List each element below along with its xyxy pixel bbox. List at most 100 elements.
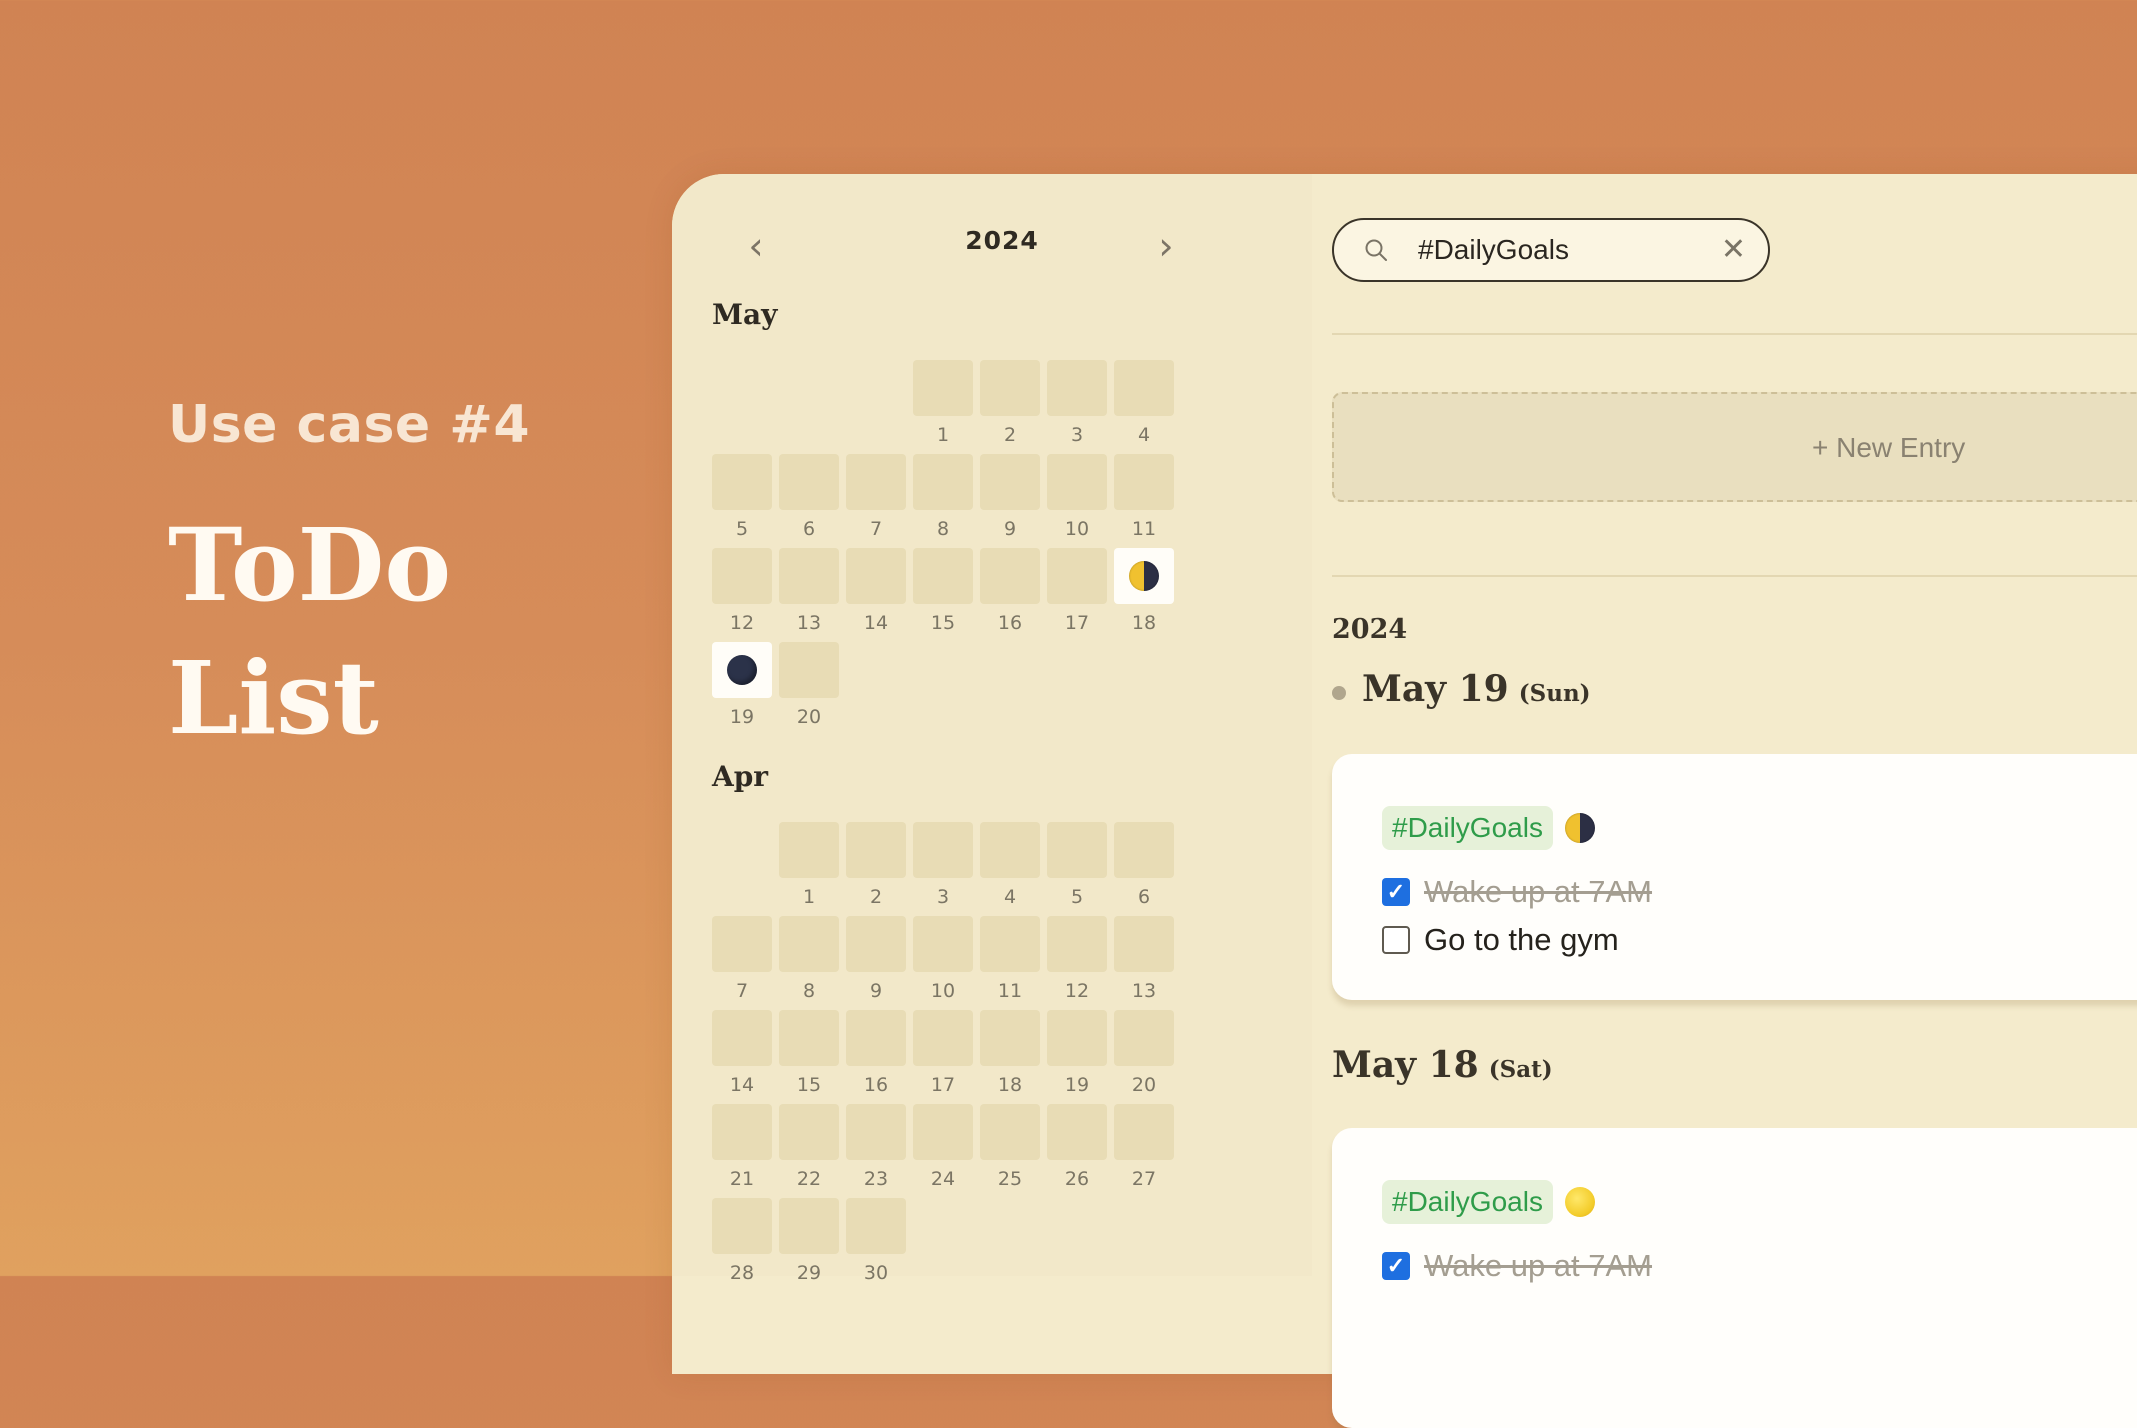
calendar-day[interactable]: 11 [980,916,1040,1002]
calendar-day-cell[interactable] [846,454,906,510]
calendar-day[interactable]: 6 [1114,822,1174,908]
calendar-day[interactable]: 16 [980,548,1040,634]
calendar-day-cell[interactable] [779,548,839,604]
calendar-day-cell[interactable] [846,1010,906,1066]
calendar-day[interactable]: 1 [913,360,973,446]
calendar-day[interactable]: 19 [712,642,772,728]
calendar-day-cell[interactable] [913,1010,973,1066]
calendar-day-cell[interactable] [1047,548,1107,604]
calendar-day-cell[interactable] [913,822,973,878]
close-icon[interactable]: ✕ [1721,234,1746,266]
calendar-day-cell[interactable] [712,642,772,698]
calendar-day-cell[interactable] [779,454,839,510]
calendar-day[interactable]: 18 [980,1010,1040,1096]
calendar-day-cell[interactable] [712,454,772,510]
calendar-day-cell[interactable] [846,916,906,972]
calendar-day-cell[interactable] [1047,822,1107,878]
search-input[interactable]: #DailyGoals [1418,234,1569,266]
tag-daily-goals[interactable]: #DailyGoals [1382,806,1553,850]
calendar-day[interactable]: 9 [846,916,906,1002]
calendar-day[interactable]: 27 [1114,1104,1174,1190]
calendar-day[interactable]: 12 [1047,916,1107,1002]
calendar-day[interactable]: 7 [846,454,906,540]
calendar-day-cell[interactable] [1114,916,1174,972]
calendar-day-cell[interactable] [913,454,973,510]
calendar-day-cell[interactable] [779,1198,839,1254]
calendar-day[interactable]: 4 [1114,360,1174,446]
calendar-day[interactable]: 3 [913,822,973,908]
calendar-day[interactable]: 20 [779,642,839,728]
calendar-day-cell[interactable] [712,1198,772,1254]
calendar-day[interactable]: 24 [913,1104,973,1190]
calendar-day-cell[interactable] [980,822,1040,878]
calendar-day-cell[interactable] [980,1104,1040,1160]
calendar-day[interactable]: 15 [913,548,973,634]
calendar-day[interactable]: 8 [913,454,973,540]
calendar-day[interactable]: 25 [980,1104,1040,1190]
calendar-day[interactable]: 29 [779,1198,839,1284]
calendar-day-cell[interactable] [1114,548,1174,604]
calendar-day-cell[interactable] [779,822,839,878]
calendar-day-cell[interactable] [712,1010,772,1066]
calendar-day-cell[interactable] [1047,1010,1107,1066]
calendar-day[interactable]: 22 [779,1104,839,1190]
calendar-day[interactable]: 9 [980,454,1040,540]
calendar-day-cell[interactable] [1114,360,1174,416]
calendar-day-cell[interactable] [913,916,973,972]
calendar-day[interactable]: 10 [1047,454,1107,540]
entry-card[interactable]: #DailyGoals ✓ Wake up at 7AM [1332,1128,2137,1428]
new-entry-button[interactable]: + New Entry [1332,392,2137,502]
calendar-day[interactable]: 26 [1047,1104,1107,1190]
calendar-day[interactable]: 5 [1047,822,1107,908]
calendar-day-cell[interactable] [913,548,973,604]
calendar-day-cell[interactable] [1114,1010,1174,1066]
calendar-day[interactable]: 11 [1114,454,1174,540]
calendar-day[interactable]: 12 [712,548,772,634]
calendar-day[interactable]: 2 [846,822,906,908]
calendar-day[interactable]: 23 [846,1104,906,1190]
calendar-day-cell[interactable] [1047,1104,1107,1160]
calendar-day-cell[interactable] [712,916,772,972]
calendar-day-cell[interactable] [846,822,906,878]
calendar-day[interactable]: 16 [846,1010,906,1096]
calendar-day[interactable]: 28 [712,1198,772,1284]
calendar-day-cell[interactable] [1114,454,1174,510]
calendar-day[interactable]: 19 [1047,1010,1107,1096]
calendar-day-cell[interactable] [779,642,839,698]
calendar-day[interactable]: 6 [779,454,839,540]
calendar-day[interactable]: 2 [980,360,1040,446]
calendar-day-cell[interactable] [846,1104,906,1160]
calendar-day-cell[interactable] [1047,454,1107,510]
calendar-day-cell[interactable] [712,548,772,604]
calendar-day-cell[interactable] [712,1104,772,1160]
calendar-day[interactable]: 4 [980,822,1040,908]
calendar-day[interactable]: 20 [1114,1010,1174,1096]
chevron-left-icon[interactable]: ‹ [736,222,776,270]
calendar-day[interactable]: 10 [913,916,973,1002]
calendar-day[interactable]: 13 [1114,916,1174,1002]
calendar-day-cell[interactable] [980,1010,1040,1066]
calendar-day[interactable]: 17 [913,1010,973,1096]
calendar-day-cell[interactable] [846,548,906,604]
calendar-day-cell[interactable] [779,916,839,972]
calendar-day[interactable]: 18 [1114,548,1174,634]
calendar-day-cell[interactable] [913,1104,973,1160]
task-checkbox-checked[interactable]: ✓ [1382,878,1410,906]
calendar-day[interactable]: 5 [712,454,772,540]
calendar-day[interactable]: 7 [712,916,772,1002]
entry-card[interactable]: #DailyGoals ✓ Wake up at 7AM Go to the g… [1332,754,2137,1000]
calendar-day-cell[interactable] [980,454,1040,510]
calendar-day[interactable]: 3 [1047,360,1107,446]
calendar-day[interactable]: 15 [779,1010,839,1096]
calendar-day[interactable]: 17 [1047,548,1107,634]
calendar-day-cell[interactable] [980,916,1040,972]
calendar-day[interactable]: 8 [779,916,839,1002]
calendar-day-cell[interactable] [846,1198,906,1254]
calendar-day-cell[interactable] [980,360,1040,416]
calendar-day[interactable]: 1 [779,822,839,908]
calendar-day-cell[interactable] [980,548,1040,604]
search-bar[interactable]: #DailyGoals ✕ [1332,218,1770,282]
calendar-day-cell[interactable] [913,360,973,416]
calendar-day-cell[interactable] [1114,822,1174,878]
chevron-right-icon[interactable]: › [1146,222,1186,270]
